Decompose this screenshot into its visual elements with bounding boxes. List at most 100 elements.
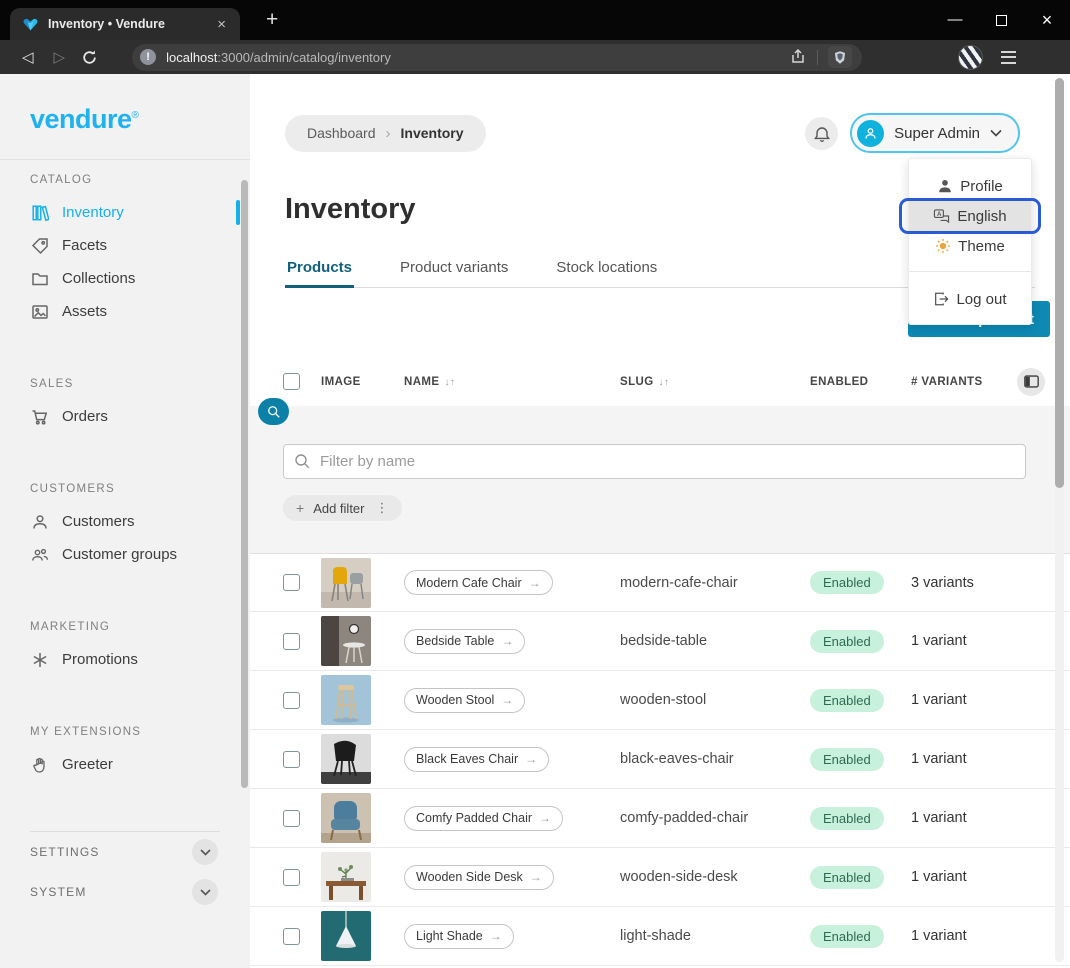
arrow-right-icon: → (501, 693, 513, 707)
sun-icon (935, 238, 951, 254)
product-image[interactable] (321, 911, 371, 961)
sidebar-item-label: Customers (62, 513, 135, 530)
url-path: :3000/admin/catalog/inventory (217, 50, 390, 65)
add-filter-button[interactable]: + Add filter ⋮ (283, 495, 402, 521)
product-name-chip[interactable]: Comfy Padded Chair→ (404, 806, 563, 831)
row-checkbox[interactable] (283, 869, 300, 886)
search-toggle-button[interactable] (258, 398, 289, 425)
product-image[interactable] (321, 734, 371, 784)
forward-icon[interactable]: ▷ (44, 48, 76, 66)
user-menu-button[interactable]: Super Admin (850, 113, 1020, 153)
column-header-name[interactable]: NAME↓↑ (404, 376, 620, 388)
new-tab-button[interactable]: + (258, 6, 286, 34)
tab-products[interactable]: Products (285, 259, 354, 287)
product-image[interactable] (321, 852, 371, 902)
tab-close-icon[interactable]: × (213, 15, 230, 34)
menu-item-logout[interactable]: Log out (909, 284, 1031, 314)
product-image[interactable] (321, 793, 371, 843)
sidebar-item-collections[interactable]: Collections (0, 262, 250, 295)
table-row: Light Shade→ light-shade Enabled 1 varia… (250, 907, 1070, 966)
arrow-right-icon: → (529, 576, 541, 590)
select-all-checkbox[interactable] (283, 373, 300, 390)
row-checkbox[interactable] (283, 751, 300, 768)
product-name-chip[interactable]: Wooden Stool→ (404, 688, 525, 713)
product-name-chip[interactable]: Bedside Table→ (404, 629, 525, 654)
browser-window: Inventory • Vendure × + — × ◁ ▷ ! localh… (0, 0, 1070, 968)
logo-area: vendure® (0, 74, 250, 160)
product-image[interactable] (321, 616, 371, 666)
window-maximize-button[interactable] (978, 0, 1024, 40)
sort-icon: ↓↑ (444, 377, 455, 388)
logout-icon (933, 291, 949, 307)
sidebar-item-greeter[interactable]: Greeter (0, 748, 250, 781)
brave-shield-icon[interactable] (828, 46, 852, 68)
breadcrumb-item-dashboard[interactable]: Dashboard (307, 125, 376, 141)
table-row: Wooden Side Desk→ wooden-side-desk Enabl… (250, 848, 1070, 907)
breadcrumb: Dashboard › Inventory (285, 115, 486, 152)
sidebar-section-settings[interactable]: SETTINGS (0, 832, 250, 872)
browser-tabstrip: Inventory • Vendure × + — × (0, 0, 1070, 40)
browser-menu-icon[interactable] (997, 47, 1020, 68)
share-icon[interactable] (789, 48, 807, 66)
arrow-right-icon: → (490, 929, 502, 943)
row-checkbox[interactable] (283, 692, 300, 709)
vendure-logo: vendure® (30, 104, 138, 134)
sidebar-section-system[interactable]: SYSTEM (0, 872, 250, 912)
chevron-down-icon (990, 129, 1002, 137)
reload-icon[interactable] (81, 49, 98, 66)
table-row: Wooden Stool→ wooden-stool Enabled 1 var… (250, 671, 1070, 730)
search-icon (294, 453, 311, 475)
page-scrollbar-thumb[interactable] (1055, 78, 1064, 488)
product-image[interactable] (321, 675, 371, 725)
address-bar[interactable]: ! localhost:3000/admin/catalog/inventory (132, 44, 862, 71)
menu-item-theme[interactable]: Theme (909, 231, 1031, 261)
tab-stock-locations[interactable]: Stock locations (554, 259, 659, 287)
collapse-section-label: SETTINGS (30, 845, 100, 859)
product-name-chip[interactable]: Black Eaves Chair→ (404, 747, 549, 772)
sidebar-item-orders[interactable]: Orders (0, 400, 250, 433)
sidebar-item-label: Orders (62, 408, 108, 425)
back-icon[interactable]: ◁ (12, 48, 44, 66)
sidebar-item-customer-groups[interactable]: Customer groups (0, 538, 250, 571)
arrow-right-icon: → (525, 752, 537, 766)
sidebar-item-facets[interactable]: Facets (0, 229, 250, 262)
site-info-icon[interactable]: ! (140, 49, 156, 65)
variant-count: 1 variant (911, 633, 1017, 649)
window-close-button[interactable]: × (1024, 0, 1070, 40)
status-badge: Enabled (810, 807, 884, 830)
browser-profile-avatar[interactable] (958, 45, 983, 70)
row-checkbox[interactable] (283, 810, 300, 827)
nav-section-label: CATALOG (0, 174, 250, 186)
filter-by-name-input[interactable] (283, 444, 1026, 479)
kebab-menu-icon[interactable]: ⋮ (376, 500, 389, 516)
row-checkbox[interactable] (283, 633, 300, 650)
row-checkbox[interactable] (283, 928, 300, 945)
page-scrollbar[interactable] (1055, 78, 1064, 962)
header-actions: Super Admin (805, 113, 1020, 153)
sidebar-item-promotions[interactable]: Promotions (0, 643, 250, 676)
breadcrumb-item-inventory[interactable]: Inventory (401, 125, 464, 141)
column-header-slug[interactable]: SLUG↓↑ (620, 376, 810, 388)
column-settings-button[interactable] (1017, 368, 1045, 396)
variant-count: 1 variant (911, 810, 1017, 826)
sidebar-item-assets[interactable]: Assets (0, 295, 250, 328)
cart-icon (31, 408, 49, 426)
menu-item-language[interactable]: A English (909, 201, 1031, 231)
product-name-chip[interactable]: Modern Cafe Chair→ (404, 570, 553, 595)
variant-count: 1 variant (911, 751, 1017, 767)
sidebar-item-label: Greeter (62, 756, 113, 773)
sidebar-item-customers[interactable]: Customers (0, 505, 250, 538)
product-name-chip[interactable]: Light Shade→ (404, 924, 514, 949)
menu-item-profile[interactable]: Profile (909, 171, 1031, 201)
browser-tab[interactable]: Inventory • Vendure × (10, 8, 240, 40)
tab-product-variants[interactable]: Product variants (398, 259, 510, 287)
vendure-favicon-icon (22, 16, 39, 33)
sidebar-scrollbar[interactable] (241, 180, 248, 788)
notifications-button[interactable] (805, 117, 838, 150)
product-name-chip[interactable]: Wooden Side Desk→ (404, 865, 554, 890)
books-icon (31, 204, 49, 222)
product-image[interactable] (321, 558, 371, 608)
sidebar-item-inventory[interactable]: Inventory (0, 196, 250, 229)
row-checkbox[interactable] (283, 574, 300, 591)
window-minimize-button[interactable]: — (932, 0, 978, 40)
